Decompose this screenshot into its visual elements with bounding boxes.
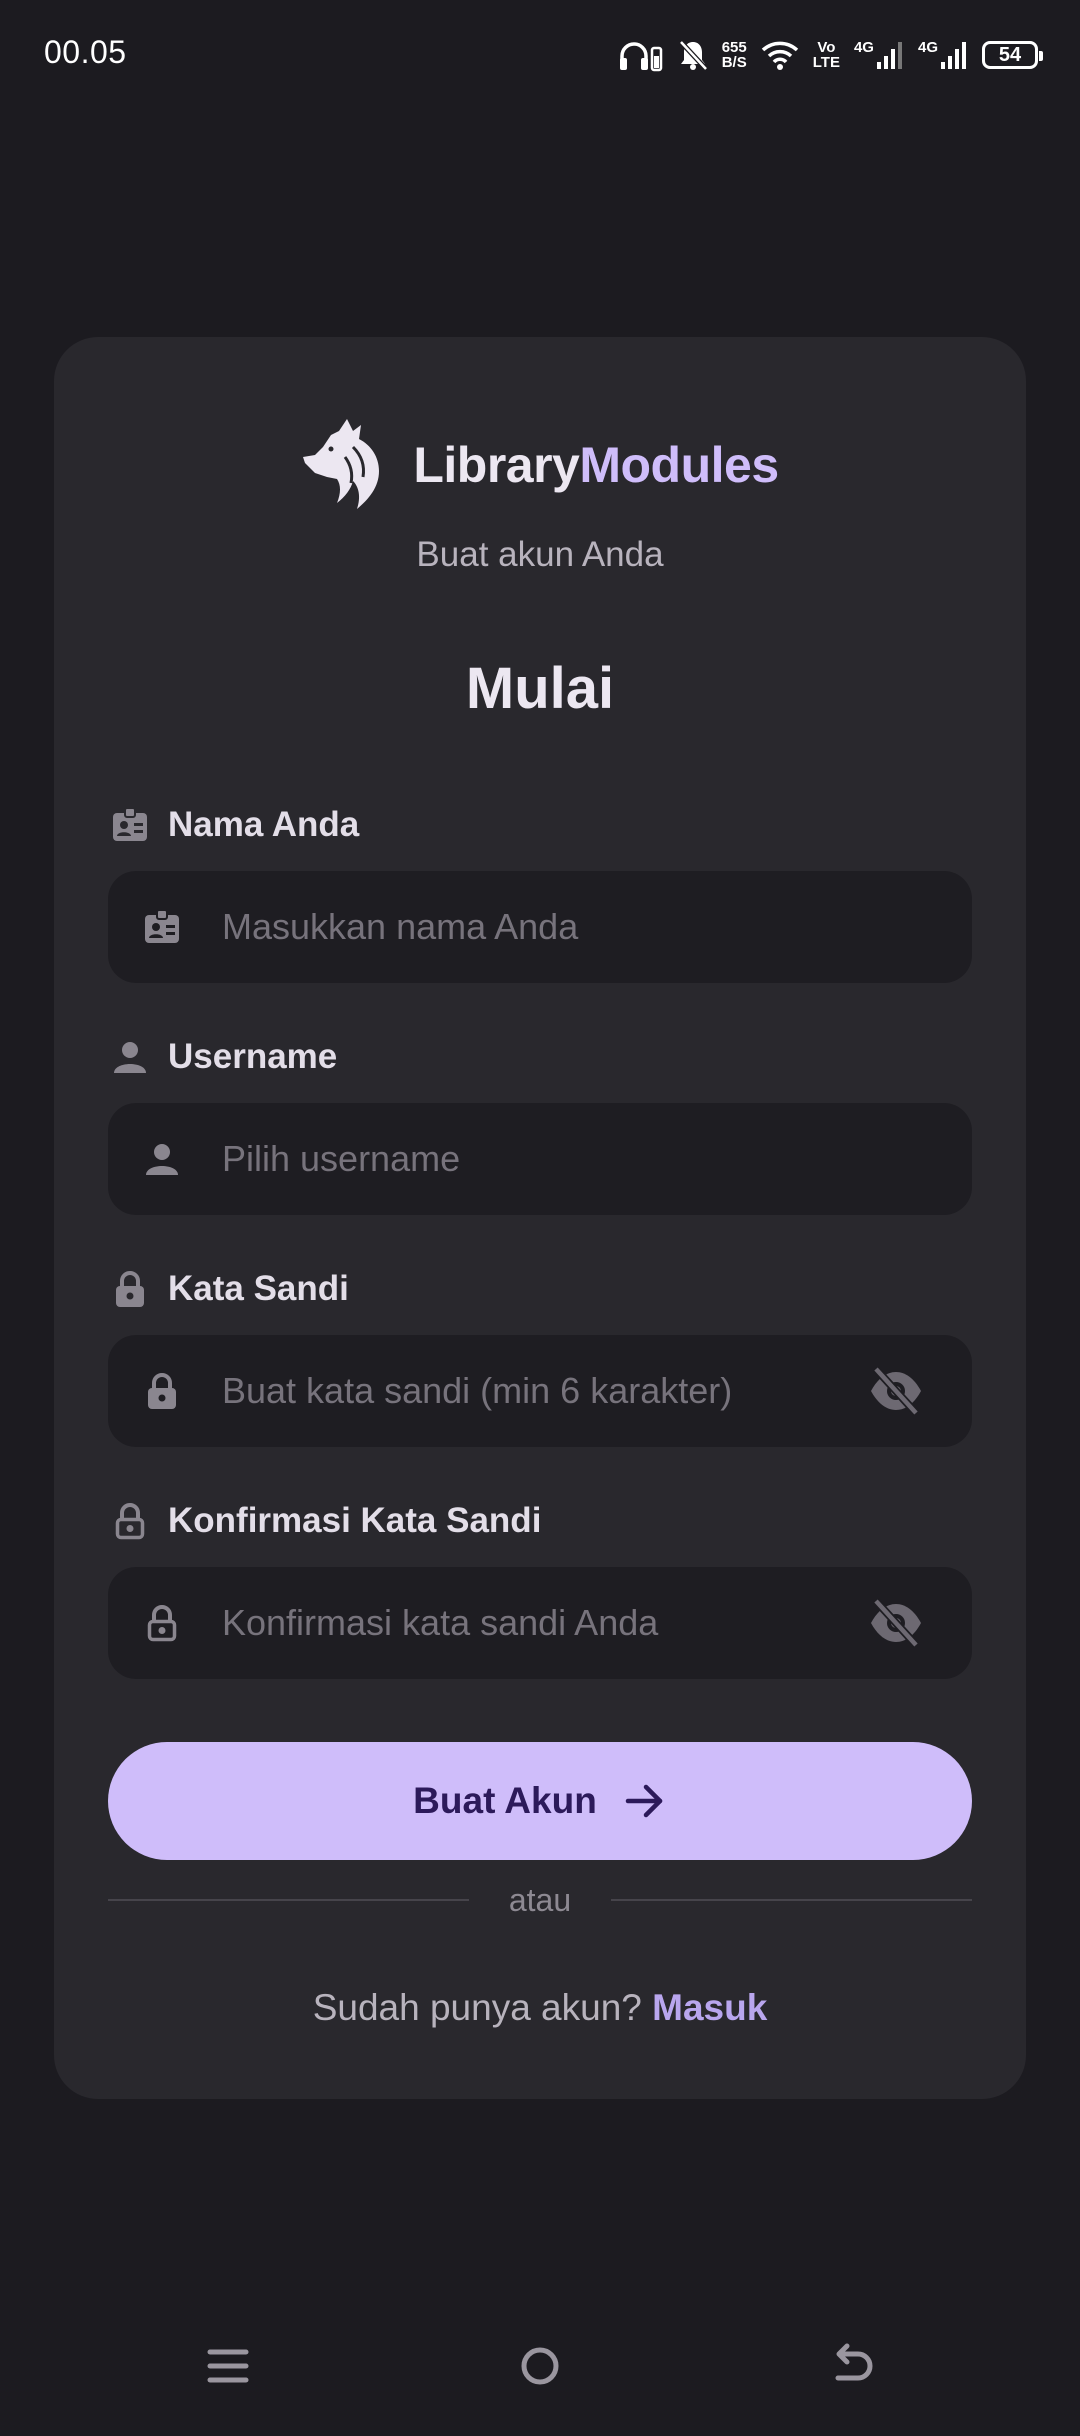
- sim2-label: 4G: [917, 39, 938, 56]
- person-icon: [146, 1144, 178, 1175]
- page-subtitle: Buat akun Anda: [416, 535, 664, 574]
- volte-indicator: Vo LTE: [813, 40, 840, 70]
- back-icon[interactable]: [822, 2336, 882, 2396]
- net-speed-unit: B/S: [721, 54, 747, 71]
- signin-prompt: Sudah punya akun?: [312, 1987, 642, 2028]
- or-divider: atau: [108, 1880, 972, 1920]
- name-label-text: Nama Anda: [168, 805, 360, 844]
- wifi-icon: [761, 41, 798, 70]
- battery-level: 54: [998, 43, 1022, 66]
- arrow-right-icon: [625, 1784, 663, 1818]
- brand: LibraryModules: [54, 417, 1026, 513]
- password-field[interactable]: [108, 1335, 972, 1447]
- brand-name-part1: Library: [413, 437, 580, 493]
- signup-card: LibraryModules Buat akun Anda Mulai Nama…: [54, 337, 1026, 2099]
- password-label-text: Kata Sandi: [168, 1269, 349, 1308]
- password-input[interactable]: [222, 1335, 822, 1447]
- status-time: 00.05: [44, 34, 127, 70]
- confirm-password-field[interactable]: [108, 1567, 972, 1679]
- lock-outline-icon: [115, 1503, 145, 1540]
- name-input[interactable]: [222, 871, 822, 983]
- sim1-label: 4G: [853, 39, 874, 56]
- status-icons: 655 B/S Vo LTE 4G 4G 54: [618, 30, 1043, 80]
- person-icon: [114, 1042, 146, 1073]
- sim2-signal: 4G: [918, 40, 968, 70]
- volte-top: Vo: [817, 39, 836, 56]
- battery-icon: 54: [982, 41, 1043, 69]
- signal-icon: [941, 42, 966, 69]
- net-speed-value: 655: [721, 39, 747, 56]
- username-input[interactable]: [222, 1103, 822, 1215]
- status-bar: 00.05 655 B/S Vo LTE 4G 4G 54: [0, 0, 1080, 110]
- username-label-text: Username: [168, 1037, 338, 1076]
- lock-icon: [148, 1373, 176, 1409]
- sim1-signal: 4G: [854, 40, 904, 70]
- lock-icon: [116, 1271, 144, 1307]
- headphones-icon: [619, 42, 662, 72]
- password-label: Kata Sandi: [110, 1269, 349, 1309]
- id-badge-icon: [113, 807, 147, 841]
- volte-bottom: LTE: [812, 54, 840, 71]
- brand-name: LibraryModules: [413, 436, 779, 494]
- home-icon[interactable]: [510, 2336, 570, 2396]
- confirm-password-label: Konfirmasi Kata Sandi: [110, 1501, 541, 1541]
- create-account-button[interactable]: Buat Akun: [108, 1742, 972, 1860]
- create-account-label: Buat Akun: [413, 1780, 597, 1821]
- divider-line-left: [108, 1899, 469, 1901]
- signin-link[interactable]: Masuk: [652, 1987, 767, 2028]
- net-speed: 655 B/S: [722, 40, 747, 70]
- confirm-password-input[interactable]: [222, 1567, 822, 1679]
- name-field[interactable]: [108, 871, 972, 983]
- username-field[interactable]: [108, 1103, 972, 1215]
- confirm-password-label-text: Konfirmasi Kata Sandi: [168, 1501, 542, 1540]
- divider-text: atau: [508, 1881, 572, 1918]
- signal-icon: [876, 42, 902, 69]
- eye-off-icon[interactable]: [868, 1366, 924, 1416]
- divider-line-right: [611, 1899, 972, 1901]
- lock-outline-icon: [147, 1605, 177, 1642]
- username-label: Username: [110, 1037, 337, 1077]
- page-title: Mulai: [465, 656, 615, 721]
- signin-row: Sudah punya akun? Masuk: [54, 1987, 1026, 2029]
- bell-off-icon: [678, 40, 708, 71]
- name-label: Nama Anda: [110, 805, 359, 845]
- id-badge-icon: [145, 909, 179, 943]
- menu-icon[interactable]: [198, 2336, 258, 2396]
- brand-name-part2: Modules: [579, 437, 779, 493]
- navigation-bar: [0, 2316, 1080, 2436]
- eye-off-icon[interactable]: [868, 1598, 924, 1648]
- wolf-logo-icon: [303, 419, 380, 509]
